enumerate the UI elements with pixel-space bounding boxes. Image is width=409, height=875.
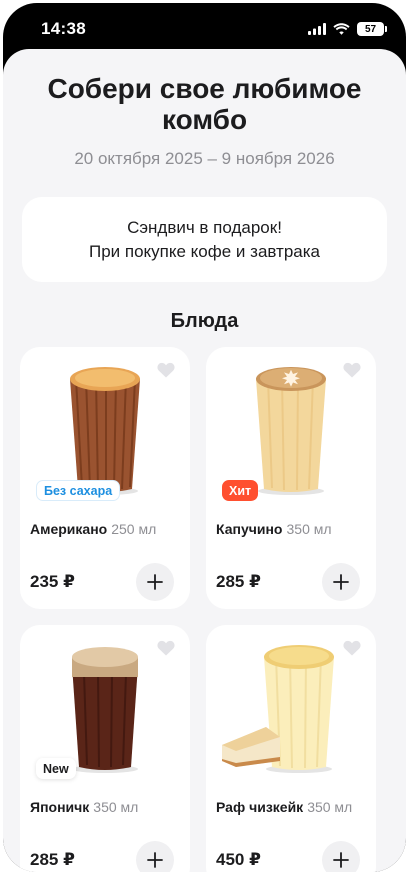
plus-icon xyxy=(333,852,349,868)
product-title: Американо 250 мл xyxy=(30,521,156,537)
product-name: Капучино xyxy=(216,521,283,537)
product-card-americano[interactable]: Без сахара Американо 250 мл 235 ₽ xyxy=(20,347,190,609)
product-card-cappuccino[interactable]: Хит Капучино 350 мл 285 ₽ xyxy=(206,347,376,609)
phone-frame: 14:38 57 Собери свое любимое комбо 20 ок… xyxy=(3,3,406,872)
promo-line-2: При покупке кофе и завтрака xyxy=(88,241,321,261)
product-card-raf-cheesecake[interactable]: Раф чизкейк 350 мл 450 ₽ xyxy=(206,625,376,872)
product-volume: 350 мл xyxy=(93,799,139,815)
promo-banner: Сэндвич в подарок! При покупке кофе и за… xyxy=(22,197,387,282)
product-title: Капучино 350 мл xyxy=(216,521,332,537)
product-volume: 350 мл xyxy=(286,521,332,537)
product-name: Раф чизкейк xyxy=(216,799,304,815)
signal-icon xyxy=(308,23,326,35)
product-volume: 250 мл xyxy=(111,521,157,537)
yaponchik-image xyxy=(72,647,138,773)
status-bar: 14:38 57 xyxy=(3,3,406,55)
product-price: 450 ₽ xyxy=(216,850,261,869)
plus-icon xyxy=(333,574,349,590)
cappuccino-image xyxy=(256,367,326,495)
add-button[interactable] xyxy=(322,841,360,872)
wifi-icon xyxy=(333,23,350,35)
product-price: 285 ₽ xyxy=(216,572,261,591)
plus-icon xyxy=(147,852,163,868)
new-badge: New xyxy=(36,758,76,779)
americano-image xyxy=(70,367,140,495)
promo-dates: 20 октября 2025 – 9 ноября 2026 xyxy=(74,149,335,168)
heart-icon[interactable] xyxy=(157,640,175,656)
heart-icon[interactable] xyxy=(343,640,361,656)
product-grid: Без сахара Американо 250 мл 235 ₽ Хит Ка… xyxy=(20,347,390,872)
product-name: Американо xyxy=(30,521,108,537)
battery-level: 57 xyxy=(364,23,377,35)
page-title: Собери свое любимое комбо xyxy=(47,73,362,135)
plus-icon xyxy=(147,574,163,590)
status-time: 14:38 xyxy=(41,19,86,38)
heart-icon[interactable] xyxy=(157,362,175,378)
product-title: Раф чизкейк 350 мл xyxy=(216,799,352,815)
add-button[interactable] xyxy=(322,563,360,601)
section-title: Блюда xyxy=(170,310,239,332)
product-volume: 350 мл xyxy=(307,799,353,815)
hit-badge: Хит xyxy=(222,480,259,501)
product-price: 235 ₽ xyxy=(30,572,75,591)
status-icons: 57 xyxy=(308,22,387,36)
add-button[interactable] xyxy=(136,563,174,601)
no-sugar-badge: Без сахара xyxy=(36,480,121,501)
product-name: Японичк xyxy=(30,799,90,815)
battery-icon: 57 xyxy=(357,22,387,36)
product-card-yaponchik[interactable]: New Японичк 350 мл 285 ₽ xyxy=(20,625,190,872)
product-price: 285 ₽ xyxy=(30,850,75,869)
heart-icon[interactable] xyxy=(343,362,361,378)
add-button[interactable] xyxy=(136,841,174,872)
cheesecake-slice-image xyxy=(222,727,280,767)
product-title: Японичк 350 мл xyxy=(30,799,138,815)
combo-sheet: Собери свое любимое комбо 20 октября 202… xyxy=(3,49,406,872)
promo-line-1: Сэндвич в подарок! xyxy=(127,217,282,237)
